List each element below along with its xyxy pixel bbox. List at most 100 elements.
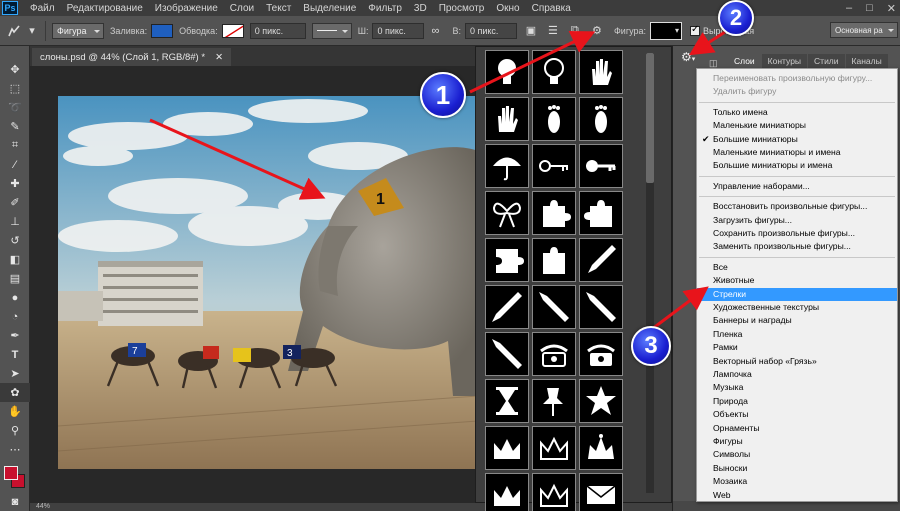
blur-tool-icon[interactable]: ● — [0, 288, 30, 307]
menu-item-10[interactable]: Справка — [526, 3, 577, 14]
menu-option-11[interactable]: Заменить произвольные фигуры... — [697, 240, 897, 253]
height-field[interactable]: 0 пикс. — [464, 22, 517, 39]
menu-option-4[interactable]: ✔ Большие миниатюры — [697, 133, 897, 146]
more-tools-icon[interactable]: ⋯ — [0, 440, 30, 459]
shape-lightbulb-2-icon[interactable] — [532, 50, 576, 94]
move-tool-icon[interactable]: ✥ — [0, 60, 30, 79]
menu-item-5[interactable]: Выделение — [297, 3, 362, 14]
type-tool-icon[interactable]: T — [0, 345, 30, 364]
menu-item-0[interactable]: Файл — [24, 3, 61, 14]
minimize-icon[interactable]: – — [846, 2, 852, 14]
menu-option-28[interactable]: Мозаика — [697, 475, 897, 488]
dodge-tool-icon[interactable]: ◔ — [0, 307, 30, 326]
shape-lightbulb-1-icon[interactable] — [485, 50, 529, 94]
custom-shape-tool-icon[interactable]: ✿ — [0, 383, 30, 402]
shape-envelope-icon[interactable] — [579, 473, 623, 511]
document-canvas[interactable]: 1 7 3 — [58, 96, 478, 469]
shape-hand-2-icon[interactable] — [485, 97, 529, 141]
picker-scrollbar-thumb[interactable] — [646, 53, 654, 183]
menu-item-7[interactable]: 3D — [408, 3, 433, 14]
menu-option-22[interactable]: Природа — [697, 395, 897, 408]
path-arrangement-icon[interactable]: ⧉ — [567, 23, 583, 39]
path-alignment-icon[interactable]: ☰ — [545, 23, 561, 39]
pen-tool-icon[interactable]: ✒ — [0, 326, 30, 345]
shape-pencil-3-icon[interactable] — [532, 285, 576, 329]
menu-item-8[interactable]: Просмотр — [433, 3, 491, 14]
shape-key-2-icon[interactable] — [579, 144, 623, 188]
menu-option-26[interactable]: Символы — [697, 448, 897, 461]
shape-bow-icon[interactable] — [485, 191, 529, 235]
zoom-tool-icon[interactable]: ⚲ — [0, 421, 30, 440]
shape-puzzle-4-icon[interactable] — [532, 238, 576, 282]
menu-option-21[interactable]: Музыка — [697, 381, 897, 394]
close-tab-icon[interactable]: ✕ — [215, 52, 223, 63]
hand-tool-icon[interactable]: ✋ — [0, 402, 30, 421]
shape-pushpin-icon[interactable] — [532, 379, 576, 423]
shape-key-1-icon[interactable] — [532, 144, 576, 188]
workspace-select[interactable]: Основная рабочая — [830, 22, 898, 38]
mode-select[interactable]: Фигура — [52, 22, 104, 39]
menu-option-2[interactable]: Только имена — [697, 106, 897, 119]
shape-pencil-1-icon[interactable] — [579, 238, 623, 282]
lasso-tool-icon[interactable]: ➰ — [0, 98, 30, 117]
shape-crown-1-icon[interactable] — [485, 426, 529, 470]
panel-tab-1[interactable]: Контуры — [761, 54, 808, 68]
shape-puzzle-2-icon[interactable] — [579, 191, 623, 235]
menu-option-14[interactable]: Стрелки — [697, 287, 897, 301]
shape-sheriff-star-icon[interactable] — [579, 379, 623, 423]
shape-footprint-right-icon[interactable] — [579, 97, 623, 141]
menu-option-10[interactable]: Сохранить произвольные фигуры... — [697, 227, 897, 240]
tool-preset-chevron-icon[interactable]: ▾ — [28, 23, 36, 39]
picker-gear-icon[interactable]: ⚙▾ — [681, 50, 695, 64]
path-operations-icon[interactable]: ▣ — [523, 23, 539, 39]
eraser-tool-icon[interactable]: ◧ — [0, 250, 30, 269]
menu-option-12[interactable]: Все — [697, 261, 897, 274]
shape-pencil-2-icon[interactable] — [485, 285, 529, 329]
menu-option-19[interactable]: Векторный набор «Грязь» — [697, 355, 897, 368]
menu-option-16[interactable]: Баннеры и награды — [697, 314, 897, 327]
menu-option-18[interactable]: Рамки — [697, 341, 897, 354]
stroke-type-select[interactable] — [311, 22, 352, 39]
clone-stamp-tool-icon[interactable]: ⊥ — [0, 212, 30, 231]
link-icon[interactable]: ∞ — [427, 23, 443, 39]
quick-selection-tool-icon[interactable]: ✎ — [0, 117, 30, 136]
shape-crown-2-icon[interactable] — [532, 426, 576, 470]
shape-pencil-4-icon[interactable] — [579, 285, 623, 329]
shape-phone-1-icon[interactable] — [532, 332, 576, 376]
menu-option-23[interactable]: Объекты — [697, 408, 897, 421]
shape-umbrella-icon[interactable] — [485, 144, 529, 188]
shape-puzzle-1-icon[interactable] — [532, 191, 576, 235]
panel-tab-0[interactable]: Слои — [728, 54, 761, 68]
shape-select[interactable]: ▾ — [650, 21, 683, 40]
menu-option-13[interactable]: Животные — [697, 274, 897, 287]
align-edges-checkbox[interactable] — [690, 24, 701, 36]
gear-icon[interactable]: ⚙ — [589, 23, 605, 39]
brush-tool-icon[interactable]: ✐ — [0, 193, 30, 212]
shape-crown-4-icon[interactable] — [485, 473, 529, 511]
picker-scrollbar[interactable] — [646, 53, 654, 493]
panel-tab-3[interactable]: Каналы — [845, 54, 888, 68]
menu-item-3[interactable]: Слои — [224, 3, 260, 14]
menu-option-27[interactable]: Выноски — [697, 462, 897, 475]
custom-shape-tool-icon[interactable] — [6, 23, 22, 39]
shape-hand-1-icon[interactable] — [579, 50, 623, 94]
panel-tab-2[interactable]: Стили — [808, 54, 845, 68]
shape-hourglass-icon[interactable] — [485, 379, 529, 423]
fill-color-swatch[interactable] — [151, 23, 174, 38]
menu-item-9[interactable]: Окно — [490, 3, 525, 14]
maximize-icon[interactable]: □ — [866, 2, 873, 14]
menu-option-24[interactable]: Орнаменты — [697, 422, 897, 435]
shape-phone-2-icon[interactable] — [579, 332, 623, 376]
toolbar-grip[interactable] — [0, 46, 29, 60]
menu-option-6[interactable]: Большие миниатюры и имена — [697, 159, 897, 172]
shape-puzzle-3-icon[interactable] — [485, 238, 529, 282]
history-brush-tool-icon[interactable]: ↺ — [0, 231, 30, 250]
stroke-width-field[interactable]: 0 пикс. — [249, 22, 306, 39]
menu-option-25[interactable]: Фигуры — [697, 435, 897, 448]
menu-option-15[interactable]: Художественные текстуры — [697, 301, 897, 314]
menu-option-3[interactable]: Маленькие миниатюры — [697, 119, 897, 132]
shape-pencil-5-icon[interactable] — [485, 332, 529, 376]
menu-option-8[interactable]: Восстановить произвольные фигуры... — [697, 200, 897, 213]
menu-option-17[interactable]: Пленка — [697, 328, 897, 341]
width-field[interactable]: 0 пикс. — [372, 22, 425, 39]
